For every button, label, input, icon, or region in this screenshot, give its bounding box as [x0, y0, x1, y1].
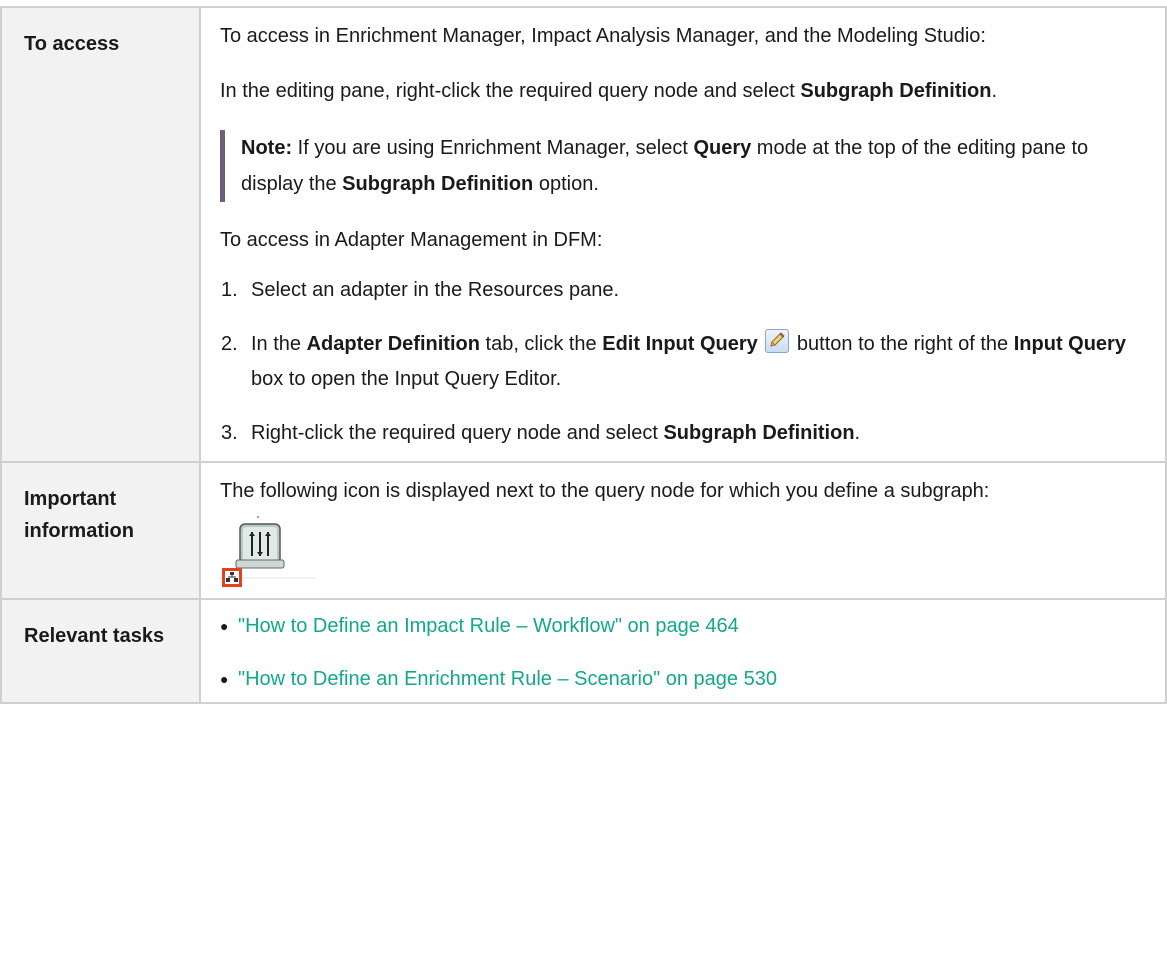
row-body-tasks: ● "How to Define an Impact Rule – Workflo…	[199, 598, 1167, 704]
step-item: 3. Right-click the required query node a…	[221, 422, 861, 444]
row-heading-tasks: Relevant tasks	[0, 598, 201, 704]
row-body-to-access: To access in Enrichment Manager, Impact …	[199, 6, 1167, 463]
info-table: To access To access in Enrichment Manage…	[0, 6, 1167, 704]
dfm-intro-text: To access in Adapter Management in DFM:	[220, 229, 603, 251]
link-impact-rule-workflow[interactable]: "How to Define an Impact Rule – Workflow…	[238, 610, 739, 643]
step-item: 2. In the Adapter Definition tab, click …	[220, 327, 1143, 397]
row-to-access: To access To access in Enrichment Manage…	[0, 6, 1167, 463]
access-editing-pane-text: In the editing pane, right-click the req…	[220, 80, 998, 102]
row-important-information: Important information The following icon…	[0, 461, 1167, 600]
link-enrichment-rule-scenario[interactable]: "How to Define an Enrichment Rule – Scen…	[238, 663, 777, 696]
row-heading-important: Important information	[0, 461, 201, 600]
list-item: ● "How to Define an Enrichment Rule – Sce…	[220, 663, 1143, 696]
note-label: Note:	[241, 137, 293, 159]
important-text: The following icon is displayed next to …	[220, 480, 990, 502]
note-callout: Note: If you are using Enrichment Manage…	[220, 130, 1143, 202]
row-heading-to-access: To access	[0, 6, 201, 463]
row-body-important: The following icon is displayed next to …	[199, 461, 1167, 600]
bullet-icon: ●	[220, 618, 229, 634]
bullet-icon: ●	[220, 671, 229, 687]
row-relevant-tasks: Relevant tasks ● "How to Define an Impact…	[0, 598, 1167, 704]
steps-list: 1. Select an adapter in the Resources pa…	[220, 273, 1143, 451]
list-item: ● "How to Define an Impact Rule – Workflo…	[220, 610, 1143, 643]
step-item: 1. Select an adapter in the Resources pa…	[221, 279, 620, 301]
query-node-subgraph-icon	[218, 516, 316, 587]
access-intro-text: To access in Enrichment Manager, Impact …	[220, 25, 986, 47]
pencil-edit-icon	[765, 329, 790, 353]
task-links: ● "How to Define an Impact Rule – Workflo…	[220, 610, 1143, 696]
